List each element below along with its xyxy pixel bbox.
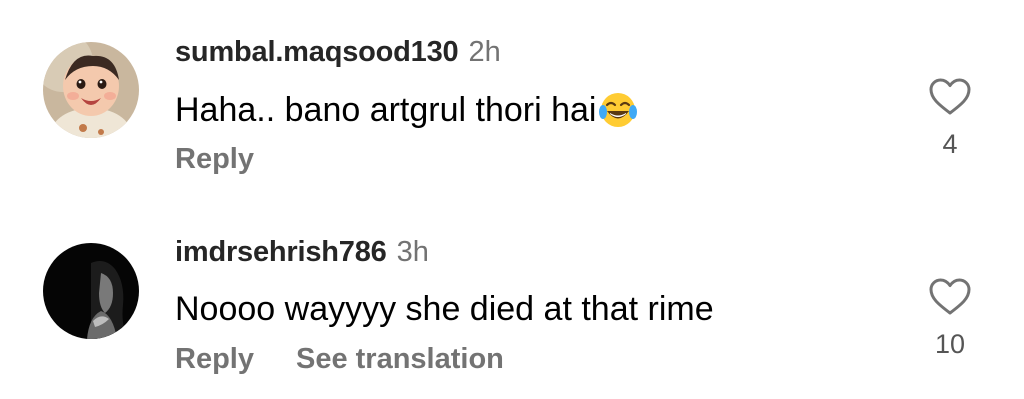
comment-text-row: Noooo wayyyy she died at that rime bbox=[175, 290, 714, 329]
username-link[interactable]: imdrsehrish786 bbox=[175, 236, 387, 268]
reply-button[interactable]: Reply bbox=[175, 143, 254, 175]
comment-item: sumbal.maqsood130 2h Haha.. bano artgrul … bbox=[0, 0, 1024, 180]
comment-body: Noooo wayyyy she died at that rime bbox=[175, 290, 714, 328]
comment-actions: Reply bbox=[175, 143, 254, 176]
comment-body: Haha.. bano artgrul thori hai bbox=[175, 90, 597, 129]
like-count: 10 bbox=[934, 329, 966, 359]
comment-text-row: Haha.. bano artgrul thori hai bbox=[175, 90, 638, 130]
comment-actions: Reply See translation bbox=[175, 343, 504, 376]
like-control: 4 bbox=[918, 77, 982, 160]
comment-header: sumbal.maqsood130 2h bbox=[175, 36, 501, 69]
like-control: 10 bbox=[918, 277, 982, 360]
avatar[interactable] bbox=[43, 243, 139, 339]
comment-timestamp: 2h bbox=[468, 36, 501, 68]
comment-item: imdrsehrish786 3h Noooo wayyyy she died a… bbox=[0, 200, 1024, 380]
avatar[interactable] bbox=[43, 42, 139, 138]
like-count: 4 bbox=[942, 129, 958, 159]
heart-outline-icon[interactable] bbox=[928, 77, 972, 117]
comments-list: sumbal.maqsood130 2h Haha.. bano artgrul … bbox=[0, 0, 1024, 399]
heart-outline-icon[interactable] bbox=[928, 277, 972, 317]
username-link[interactable]: sumbal.maqsood130 bbox=[175, 36, 459, 68]
comment-timestamp: 3h bbox=[396, 236, 429, 268]
comment-header: imdrsehrish786 3h bbox=[175, 236, 429, 269]
laughing-tears-emoji-icon bbox=[599, 93, 638, 127]
see-translation-button[interactable]: See translation bbox=[296, 343, 504, 375]
reply-button[interactable]: Reply bbox=[175, 343, 254, 375]
